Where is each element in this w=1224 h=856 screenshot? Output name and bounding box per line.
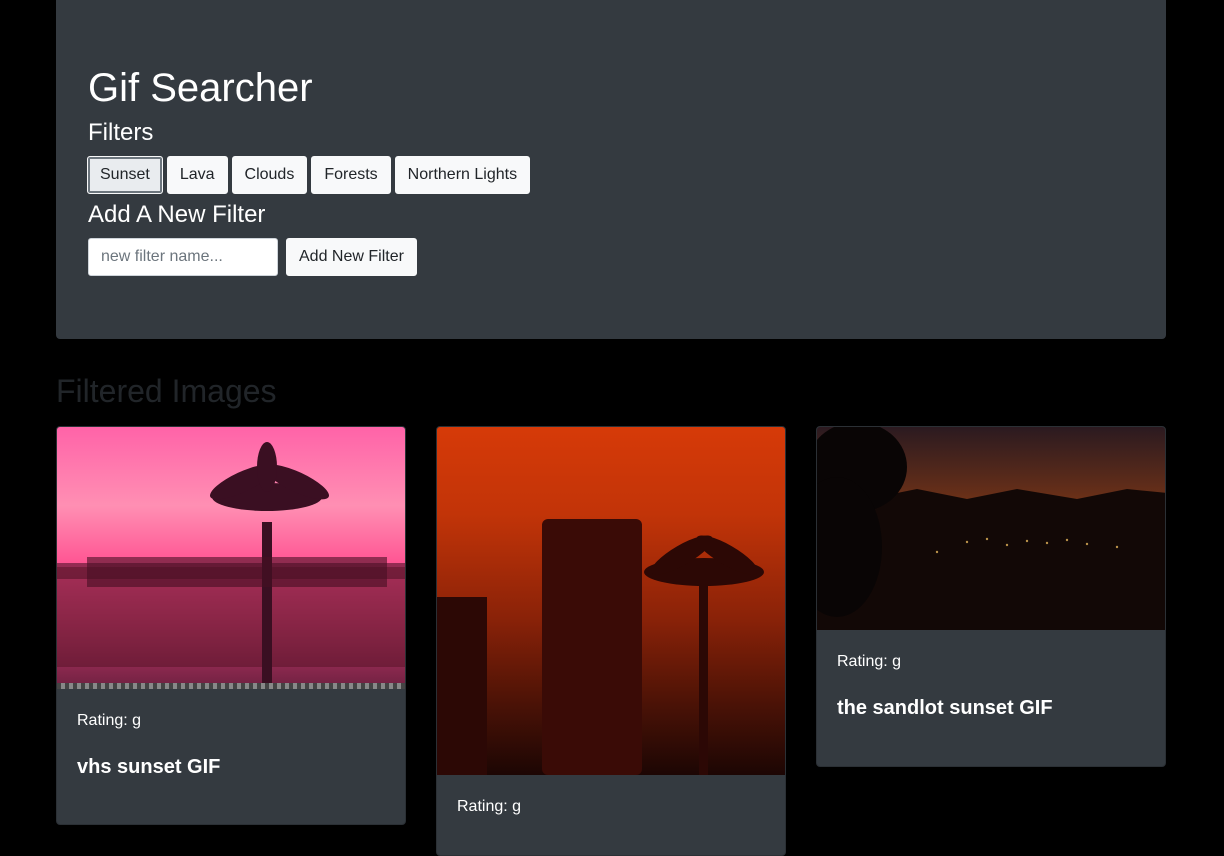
city-silhouette bbox=[437, 519, 764, 775]
gif-card[interactable]: Rating: g vhs sunset GIF bbox=[56, 426, 406, 825]
add-filter-button[interactable]: Add New Filter bbox=[286, 238, 417, 276]
gif-card[interactable]: Rating: g the sandlot sunset GIF bbox=[816, 426, 1166, 767]
filter-button-lava[interactable]: Lava bbox=[166, 156, 228, 194]
add-filter-form: Add New Filter bbox=[88, 238, 417, 276]
gif-image[interactable] bbox=[57, 427, 405, 689]
night-city-landscape bbox=[817, 427, 1165, 630]
palm-tree-silhouette bbox=[57, 442, 405, 689]
gif-image[interactable] bbox=[817, 427, 1165, 630]
gif-title: the sandlot sunset GIF bbox=[837, 697, 1053, 719]
filters-heading: Filters bbox=[88, 119, 154, 146]
gif-rating: Rating: g bbox=[457, 798, 522, 815]
new-filter-input[interactable] bbox=[88, 238, 278, 276]
filter-button-sunset[interactable]: Sunset bbox=[87, 156, 163, 194]
gif-rating: Rating: g bbox=[77, 712, 142, 729]
gif-card[interactable]: Rating: g bbox=[436, 426, 786, 856]
filtered-images-heading: Filtered Images bbox=[56, 373, 277, 409]
gif-title: vhs sunset GIF bbox=[77, 756, 221, 778]
page-title: Gif Searcher bbox=[88, 66, 313, 110]
filter-button-group: Sunset Lava Clouds Forests Northern Ligh… bbox=[87, 156, 531, 194]
filter-button-forests[interactable]: Forests bbox=[311, 156, 391, 194]
add-filter-heading: Add A New Filter bbox=[88, 201, 266, 228]
filter-button-clouds[interactable]: Clouds bbox=[231, 156, 308, 194]
gif-image[interactable] bbox=[437, 427, 785, 775]
header-panel: Gif Searcher Filters Sunset Lava Clouds … bbox=[56, 0, 1166, 339]
gif-rating: Rating: g bbox=[837, 653, 902, 670]
filter-button-northern-lights[interactable]: Northern Lights bbox=[394, 156, 531, 194]
